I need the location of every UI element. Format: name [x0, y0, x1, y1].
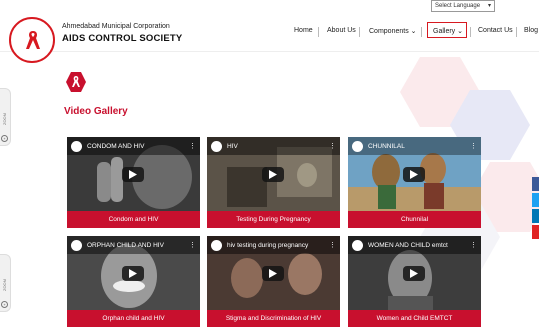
zoom-widget-top[interactable]: ZOOM + — [0, 88, 11, 146]
video-card[interactable]: WOMEN AND CHILD emtct ⋮ Women and Child … — [348, 236, 481, 327]
play-icon — [129, 269, 137, 278]
video-card[interactable]: ORPHAN CHILD AND HIV ⋮ Orphan child and … — [67, 236, 200, 327]
chevron-down-icon: ⌄ — [410, 28, 417, 35]
play-icon — [410, 269, 418, 278]
video-title: WOMEN AND CHILD emtct — [368, 242, 448, 249]
nav-contact-us[interactable]: Contact Us — [478, 27, 513, 34]
channel-avatar — [71, 240, 82, 251]
play-icon — [269, 170, 277, 179]
zoom-reset-icon[interactable]: + — [1, 301, 8, 308]
video-thumbnail[interactable]: WOMEN AND CHILD emtct ⋮ — [348, 236, 481, 311]
site-header: Ahmedabad Municipal Corporation AIDS CON… — [0, 14, 539, 63]
ribbon-hexagon-icon — [66, 72, 86, 92]
play-icon — [269, 269, 277, 278]
org-subtitle: Ahmedabad Municipal Corporation — [62, 23, 170, 30]
video-caption[interactable]: Testing During Pregnancy — [207, 211, 340, 228]
youtube-icon[interactable] — [532, 225, 539, 239]
nav-divider — [318, 27, 319, 37]
video-thumbnail[interactable]: CONDOM AND HIV ⋮ — [67, 137, 200, 212]
more-options-icon[interactable]: ⋮ — [329, 142, 336, 150]
channel-avatar — [352, 240, 363, 251]
language-select[interactable]: Select Language ▾ — [431, 0, 495, 12]
zoom-label: ZOOM — [2, 113, 7, 125]
play-button[interactable] — [403, 266, 425, 281]
nav-blog[interactable]: Blog — [524, 27, 538, 34]
language-select-label: Select Language — [435, 3, 481, 9]
video-thumbnail[interactable]: HIV ⋮ — [207, 137, 340, 212]
nav-gallery-active-outline — [427, 22, 467, 38]
nav-divider — [421, 27, 422, 37]
more-options-icon[interactable]: ⋮ — [189, 241, 196, 249]
channel-avatar — [352, 141, 363, 152]
chevron-down-icon: ▾ — [487, 3, 491, 9]
site-logo[interactable] — [9, 17, 55, 63]
nav-components[interactable]: Components ⌄ — [369, 27, 417, 35]
more-options-icon[interactable]: ⋮ — [470, 142, 477, 150]
top-bar: Select Language ▾ — [0, 0, 539, 14]
video-caption[interactable]: Women and Child EMTCT — [348, 310, 481, 327]
linkedin-icon[interactable] — [532, 209, 539, 223]
video-title: hiv testing during pregnancy — [227, 242, 309, 249]
channel-avatar — [211, 240, 222, 251]
nav-components-label: Components — [369, 28, 409, 35]
video-caption[interactable]: Stigma and Discrimination of HIV — [207, 310, 340, 327]
video-card[interactable]: HIV ⋮ Testing During Pregnancy — [207, 137, 340, 228]
video-caption[interactable]: Chunnilal — [348, 211, 481, 228]
video-thumbnail[interactable]: ORPHAN CHILD AND HIV ⋮ — [67, 236, 200, 311]
nav-divider — [470, 27, 471, 37]
video-title: HIV — [227, 143, 238, 150]
zoom-label: ZOOM — [2, 279, 7, 291]
video-card[interactable]: hiv testing during pregnancy ⋮ Stigma an… — [207, 236, 340, 327]
nav-about-us[interactable]: About Us — [327, 27, 356, 34]
video-caption[interactable]: Orphan child and HIV — [67, 310, 200, 327]
nav-divider — [516, 27, 517, 37]
video-card[interactable]: CONDOM AND HIV ⋮ Condom and HIV — [67, 137, 200, 228]
play-icon — [129, 170, 137, 179]
video-title: ORPHAN CHILD AND HIV — [87, 242, 164, 249]
play-button[interactable] — [122, 167, 144, 182]
channel-avatar — [71, 141, 82, 152]
play-button[interactable] — [262, 266, 284, 281]
video-card[interactable]: CHUNNILAL ⋮ Chunnilal — [348, 137, 481, 228]
more-options-icon[interactable]: ⋮ — [329, 241, 336, 249]
org-title: AIDS CONTROL SOCIETY — [62, 33, 183, 44]
nav-home[interactable]: Home — [294, 27, 313, 34]
zoom-widget-bottom[interactable]: ZOOM + — [0, 254, 11, 312]
facebook-icon[interactable] — [532, 177, 539, 191]
video-caption[interactable]: Condom and HIV — [67, 211, 200, 228]
video-title: CHUNNILAL — [368, 143, 405, 150]
video-thumbnail[interactable]: CHUNNILAL ⋮ — [348, 137, 481, 212]
video-thumbnail[interactable]: hiv testing during pregnancy ⋮ — [207, 236, 340, 311]
play-icon — [410, 170, 418, 179]
video-title: CONDOM AND HIV — [87, 143, 145, 150]
zoom-reset-icon[interactable]: + — [1, 135, 8, 142]
page-title: Video Gallery — [64, 106, 128, 117]
play-button[interactable] — [122, 266, 144, 281]
red-ribbon-icon — [26, 31, 40, 49]
twitter-icon[interactable] — [532, 193, 539, 207]
more-options-icon[interactable]: ⋮ — [189, 142, 196, 150]
play-button[interactable] — [403, 167, 425, 182]
more-options-icon[interactable]: ⋮ — [470, 241, 477, 249]
play-button[interactable] — [262, 167, 284, 182]
channel-avatar — [211, 141, 222, 152]
nav-divider — [359, 27, 360, 37]
